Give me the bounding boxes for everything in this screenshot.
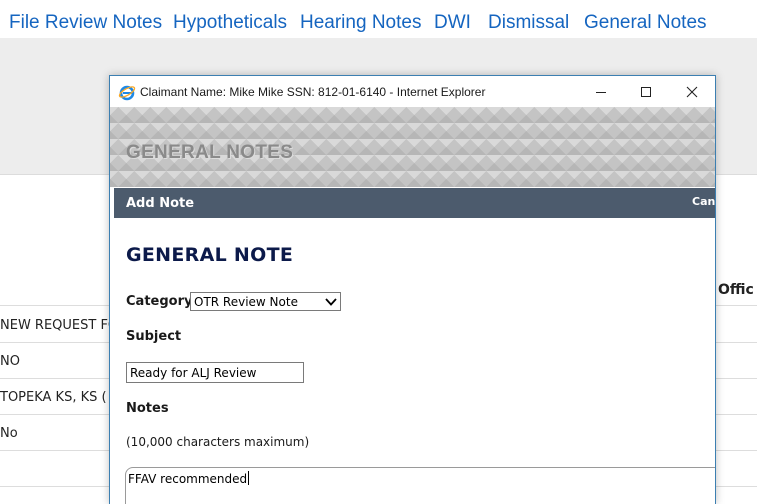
minimize-button[interactable] <box>578 76 624 107</box>
notes-label: Notes <box>126 401 169 416</box>
minimize-icon <box>596 91 606 93</box>
tab-hearing-notes[interactable]: Hearing Notes <box>300 12 421 34</box>
notes-textarea[interactable]: FFAV recommended <box>125 467 715 504</box>
add-note-label: Add Note <box>126 196 195 211</box>
category-select[interactable]: OTR Review Note <box>190 292 341 311</box>
table-cell: NO <box>0 354 20 369</box>
internet-explorer-icon <box>118 85 136 101</box>
top-nav: File Review Notes Hypotheticals Hearing … <box>0 0 757 38</box>
popup-window: Claimant Name: Mike Mike SSN: 812-01-614… <box>109 75 716 504</box>
close-button[interactable] <box>669 76 715 107</box>
table-cell: No <box>0 426 18 441</box>
subject-label: Subject <box>126 329 182 344</box>
maximize-button[interactable] <box>623 76 669 107</box>
tab-file-review-notes[interactable]: File Review Notes <box>9 12 162 34</box>
page-banner: GENERAL NOTES <box>110 107 715 187</box>
notes-text: FFAV recommended <box>128 472 248 486</box>
close-icon <box>686 86 698 97</box>
chevron-down-icon <box>325 298 337 306</box>
category-selected-value: OTR Review Note <box>194 295 298 309</box>
tab-hypotheticals[interactable]: Hypotheticals <box>173 12 287 34</box>
notes-character-limit: (10,000 characters maximum) <box>126 435 310 449</box>
maximize-icon <box>641 86 651 97</box>
subject-input[interactable] <box>126 362 304 383</box>
form-heading: GENERAL NOTE <box>126 244 294 266</box>
table-cell: TOPEKA KS, KS ( <box>0 390 107 405</box>
window-title-bar[interactable]: Claimant Name: Mike Mike SSN: 812-01-614… <box>110 76 715 107</box>
window-title: Claimant Name: Mike Mike SSN: 812-01-614… <box>140 85 486 99</box>
tab-dismissal[interactable]: Dismissal <box>488 12 569 34</box>
tab-dwi[interactable]: DWI <box>434 12 471 34</box>
cancel-link[interactable]: Canc <box>692 195 715 208</box>
table-cell: NEW REQUEST FO <box>0 318 119 333</box>
action-strip: Add Note Canc <box>114 188 715 218</box>
tab-general-notes[interactable]: General Notes <box>584 12 707 34</box>
text-caret <box>248 471 250 485</box>
banner-title: GENERAL NOTES <box>126 142 294 163</box>
category-label: Category <box>126 294 193 309</box>
